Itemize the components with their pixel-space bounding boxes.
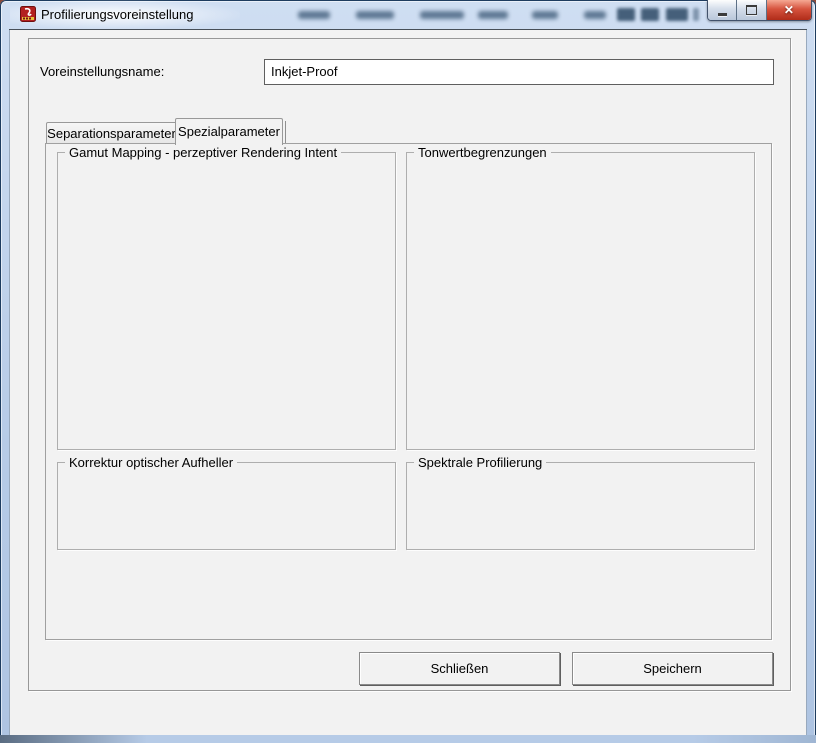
app-icon[interactable] bbox=[20, 6, 36, 22]
background-menu-blur bbox=[478, 11, 508, 19]
background-toolbar-icon-blur bbox=[641, 8, 659, 21]
window-controls: ✕ bbox=[707, 0, 812, 21]
group-brightener-title: Korrektur optischer Aufheller bbox=[65, 455, 237, 470]
close-icon: ✕ bbox=[784, 4, 794, 16]
background-toolbar-icon-blur bbox=[617, 8, 635, 21]
group-spectral-title: Spektrale Profilierung bbox=[414, 455, 546, 470]
group-optical-brightener: Korrektur optischer Aufheller bbox=[57, 462, 396, 550]
window-frame-bottom bbox=[0, 735, 816, 743]
preset-name-input[interactable]: Inkjet-Proof bbox=[264, 59, 774, 85]
group-gamut-mapping: Gamut Mapping - perzeptiver Rendering In… bbox=[57, 152, 396, 450]
background-menu-blur bbox=[532, 11, 558, 19]
close-dialog-button[interactable]: Schließen bbox=[359, 652, 560, 685]
group-gamut-title: Gamut Mapping - perzeptiver Rendering In… bbox=[65, 145, 341, 160]
background-toolbar-icon-blur bbox=[693, 8, 699, 21]
group-tone-limits: Tonwertbegrenzungen bbox=[406, 152, 755, 450]
background-menu-blur bbox=[420, 11, 464, 19]
tab-edge-line bbox=[285, 121, 286, 143]
maximize-icon bbox=[746, 5, 757, 15]
minimize-button[interactable] bbox=[708, 0, 737, 20]
group-tone-title: Tonwertbegrenzungen bbox=[414, 145, 551, 160]
tab-separationsparameter[interactable]: Separationsparameter bbox=[46, 122, 177, 144]
tab-spezialparameter[interactable]: Spezialparameter bbox=[175, 118, 283, 145]
group-spectral-profiling: Spektrale Profilierung bbox=[406, 462, 755, 550]
minimize-icon bbox=[718, 13, 727, 16]
background-menu-blur bbox=[298, 11, 330, 19]
save-button-label: Speichern bbox=[643, 661, 702, 676]
title-bar[interactable]: Profilierungsvoreinstellung ✕ bbox=[0, 0, 816, 29]
window-title: Profilierungsvoreinstellung bbox=[41, 7, 193, 22]
maximize-button[interactable] bbox=[737, 0, 766, 20]
preset-name-value: Inkjet-Proof bbox=[265, 60, 773, 84]
tab-label: Separationsparameter bbox=[47, 126, 176, 141]
background-menu-blur bbox=[584, 11, 606, 19]
tab-label: Spezialparameter bbox=[178, 124, 280, 139]
background-toolbar-icon-blur bbox=[666, 8, 688, 21]
close-dialog-button-label: Schließen bbox=[431, 661, 489, 676]
preset-name-label: Voreinstellungsname: bbox=[40, 64, 164, 79]
save-button[interactable]: Speichern bbox=[572, 652, 773, 685]
background-menu-blur bbox=[356, 11, 394, 19]
dialog-window: Profilierungsvoreinstellung ✕ Voreinstel… bbox=[0, 0, 816, 743]
close-button[interactable]: ✕ bbox=[767, 0, 811, 20]
